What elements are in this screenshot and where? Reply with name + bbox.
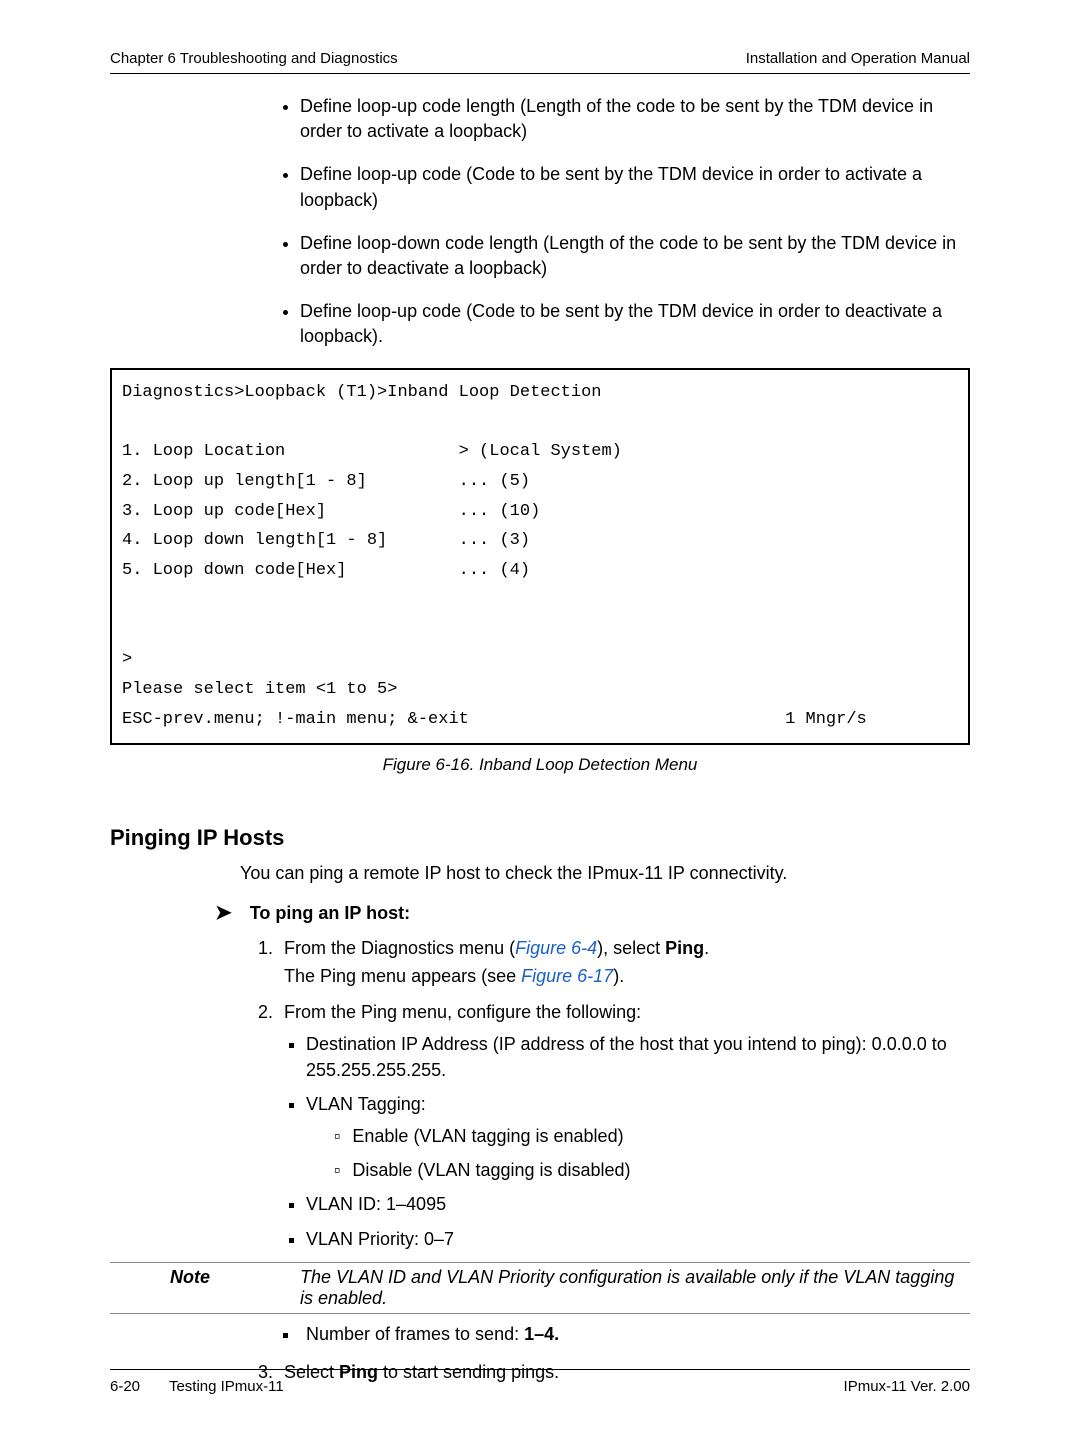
step1-sub-pre: The Ping menu appears (see (284, 966, 521, 986)
step2-b2-sublist: Enable (VLAN tagging is enabled) Disable… (306, 1123, 970, 1183)
top-bullet-item: Define loop-up code (Code to be sent by … (300, 299, 970, 349)
intro-paragraph: You can ping a remote IP host to check t… (240, 861, 970, 886)
footer-title: Testing IPmux-11 (169, 1378, 284, 1395)
step2-intro: From the Ping menu, configure the follow… (284, 1002, 641, 1022)
note-text: The VLAN ID and VLAN Priority configurat… (300, 1267, 970, 1309)
step2-b3: VLAN ID: 1–4095 (306, 1191, 970, 1217)
arrow-icon: ➤ (215, 900, 232, 925)
header-right: Installation and Operation Manual (746, 50, 970, 67)
footer-left: 6-20 Testing IPmux-11 (110, 1378, 284, 1395)
top-bullet-item: Define loop-up code (Code to be sent by … (300, 162, 970, 212)
step-2: From the Ping menu, configure the follow… (278, 999, 970, 1252)
procedure-heading: ➤ To ping an IP host: (215, 900, 970, 925)
after-note-item: Number of frames to send: 1–4. (300, 1324, 970, 1345)
section-heading-pinging: Pinging IP Hosts (110, 825, 970, 851)
terminal-text: Diagnostics>Loopback (T1)>Inband Loop De… (122, 378, 958, 735)
note-block: Note The VLAN ID and VLAN Priority confi… (110, 1262, 970, 1314)
step2-b2: VLAN Tagging: Enable (VLAN tagging is en… (306, 1091, 970, 1183)
step2-b2b: Disable (VLAN tagging is disabled) (334, 1157, 970, 1183)
page-footer: 6-20 Testing IPmux-11 IPmux-11 Ver. 2.00 (110, 1369, 970, 1395)
step2-sublist: Destination IP Address (IP address of th… (284, 1031, 970, 1252)
page: Chapter 6 Troubleshooting and Diagnostic… (0, 0, 1080, 1435)
step1-mid: ), select (597, 938, 665, 958)
step2-b2-text: VLAN Tagging: (306, 1094, 426, 1114)
step1-bold: Ping (665, 938, 704, 958)
step1-pre: From the Diagnostics menu ( (284, 938, 515, 958)
footer-right: IPmux-11 Ver. 2.00 (844, 1378, 970, 1395)
step2-b2a: Enable (VLAN tagging is enabled) (334, 1123, 970, 1149)
after-note-pre: Number of frames to send: (306, 1324, 524, 1344)
top-bullet-list: Define loop-up code length (Length of th… (260, 94, 970, 350)
after-note-bold: 1–4. (524, 1324, 559, 1344)
top-bullet-item: Define loop-up code length (Length of th… (300, 94, 970, 144)
steps-list: From the Diagnostics menu (Figure 6-4), … (110, 935, 970, 1252)
procedure-heading-text: To ping an IP host: (250, 903, 410, 924)
figure-link-6-4[interactable]: Figure 6-4 (515, 938, 597, 958)
after-note-list: Number of frames to send: 1–4. (300, 1324, 970, 1345)
header-left: Chapter 6 Troubleshooting and Diagnostic… (110, 50, 398, 67)
footer-page-number: 6-20 (110, 1378, 140, 1395)
top-bullet-item: Define loop-down code length (Length of … (300, 231, 970, 281)
note-label: Note (110, 1267, 300, 1309)
step1-post: . (704, 938, 709, 958)
figure-link-6-17[interactable]: Figure 6-17 (521, 966, 613, 986)
step2-b1: Destination IP Address (IP address of th… (306, 1031, 970, 1083)
figure-caption: Figure 6-16. Inband Loop Detection Menu (110, 755, 970, 775)
step-1: From the Diagnostics menu (Figure 6-4), … (278, 935, 970, 989)
page-header: Chapter 6 Troubleshooting and Diagnostic… (110, 50, 970, 74)
step2-b4: VLAN Priority: 0–7 (306, 1226, 970, 1252)
terminal-box: Diagnostics>Loopback (T1)>Inband Loop De… (110, 368, 970, 745)
step1-sub-post: ). (613, 966, 624, 986)
